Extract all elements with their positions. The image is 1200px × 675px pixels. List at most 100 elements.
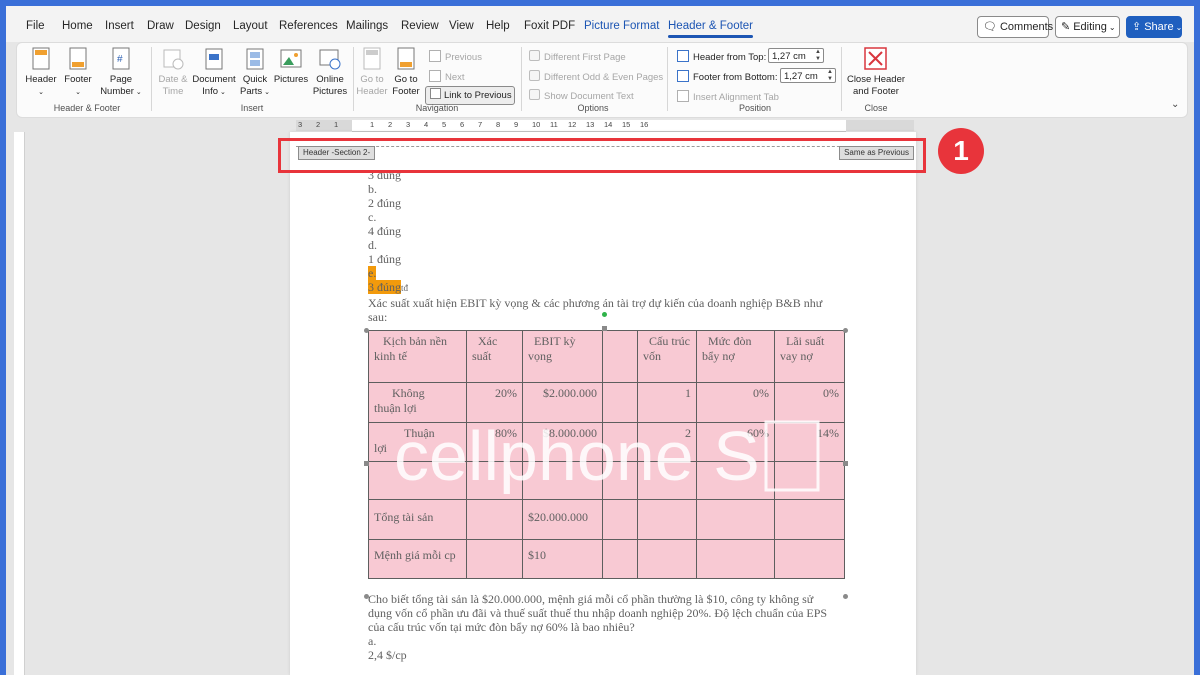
word-window: File Home Insert Draw Design Layout Refe… — [6, 6, 1194, 675]
tab-mailings[interactable]: Mailings — [346, 20, 388, 32]
group-separator — [353, 47, 354, 111]
table-cell[interactable] — [637, 499, 697, 540]
horizontal-ruler[interactable]: 3 2 1 1 2 3 4 5 6 7 8 9 10 11 12 13 14 1… — [298, 120, 846, 132]
checkbox-icon — [529, 50, 540, 61]
table-cell[interactable]: Kịch bản nền kinh tế — [368, 330, 467, 383]
tab-references[interactable]: References — [279, 20, 338, 32]
tab-picture-format[interactable]: Picture Format — [584, 20, 659, 32]
online-pictures-icon — [319, 49, 341, 70]
table-cell[interactable]: Không thuận lợi — [368, 382, 467, 423]
table-cell[interactable] — [602, 499, 638, 540]
resize-handle[interactable] — [602, 326, 607, 331]
table-cell[interactable]: 20% — [466, 382, 523, 423]
resize-handle[interactable] — [364, 594, 369, 599]
tab-home[interactable]: Home — [62, 20, 93, 32]
tab-help[interactable]: Help — [486, 20, 510, 32]
close-icon — [864, 47, 887, 70]
table-cell[interactable]: 0% — [696, 382, 775, 423]
document-page[interactable]: Header -Section 2- Same as Previous 3 đú… — [290, 132, 916, 675]
table-cell[interactable] — [466, 499, 523, 540]
cellphones-watermark: cellphone S — [394, 418, 820, 494]
online-pictures-button[interactable]: Online Pictures — [311, 46, 349, 100]
chevron-down-icon: ⌄ — [218, 89, 226, 96]
header-button[interactable]: Header ⌄ — [23, 46, 59, 100]
pictures-button[interactable]: Pictures — [273, 46, 309, 100]
group-label-header-footer: Header & Footer — [53, 103, 121, 113]
spin-arrows-icon[interactable]: ▲ ▼ — [827, 69, 833, 83]
previous-button[interactable]: Previous — [429, 50, 482, 63]
answer-line: 2 đúng — [368, 196, 401, 210]
vertical-ruler[interactable] — [14, 132, 25, 675]
table-cell[interactable] — [466, 539, 523, 579]
checkbox-icon — [529, 70, 540, 81]
header-from-top-input[interactable]: 1,27 cm ▲ ▼ — [768, 48, 824, 63]
table-cell[interactable]: $10 — [522, 539, 603, 579]
tab-view[interactable]: View — [449, 20, 474, 32]
go-to-footer-button[interactable]: Go to Footer — [389, 46, 423, 100]
question-paragraph-line: Cho biết tổng tài sản là $20.000.000, mệ… — [368, 592, 814, 606]
ruler-number: 2 — [316, 120, 321, 129]
resize-handle[interactable] — [843, 594, 848, 599]
pencil-icon: ✎ — [1061, 21, 1071, 33]
footer-button[interactable]: Footer ⌄ — [61, 46, 95, 100]
table-cell[interactable] — [774, 539, 845, 579]
tab-review[interactable]: Review — [401, 20, 439, 32]
link-to-previous-label: Link to Previous — [444, 90, 512, 101]
tab-draw[interactable]: Draw — [147, 20, 174, 32]
go-to-header-button[interactable]: Go to Header — [355, 46, 389, 100]
table-cell[interactable]: $2.000.000 — [522, 382, 603, 423]
resize-handle[interactable] — [843, 461, 848, 466]
chevron-down-icon: ⌄ — [75, 89, 81, 96]
table-cell[interactable]: Cấu trúc vốn — [637, 330, 697, 383]
share-label: Share — [1144, 21, 1174, 33]
resize-handle[interactable] — [364, 328, 369, 333]
tab-foxit-pdf[interactable]: Foxit PDF — [524, 20, 575, 32]
share-button[interactable]: ⇪ Share ⌄ — [1126, 16, 1182, 38]
table-cell[interactable] — [774, 499, 845, 540]
comments-button[interactable]: 🗨 Comments — [977, 16, 1053, 38]
tab-design[interactable]: Design — [185, 20, 221, 32]
close-header-footer-button[interactable]: Close Header and Footer — [843, 46, 909, 100]
different-first-page-checkbox[interactable]: Different First Page — [529, 50, 626, 63]
resize-handle[interactable] — [364, 461, 369, 466]
tab-file[interactable]: File — [26, 20, 45, 32]
date-time-button[interactable]: Date & Time — [155, 46, 191, 100]
table-cell[interactable]: 0% — [774, 382, 845, 423]
document-info-button[interactable]: Document Info ⌄ — [191, 46, 237, 100]
table-cell[interactable]: Lãi suất vay nợ — [774, 330, 845, 383]
table-row: Kịch bản nền kinh tế Xác suất EBIT kỳ vọng … — [368, 330, 845, 383]
table-cell[interactable]: Mệnh giá mỗi cp — [368, 539, 467, 579]
table-cell[interactable] — [602, 382, 638, 423]
resize-handle[interactable] — [843, 328, 848, 333]
table-cell[interactable] — [602, 539, 638, 579]
rotate-handle[interactable] — [602, 312, 607, 317]
ruler-number: 6 — [460, 120, 465, 129]
table-cell[interactable]: Mức đòn bẩy nợ — [696, 330, 775, 383]
next-button[interactable]: Next — [429, 70, 465, 83]
tab-insert[interactable]: Insert — [105, 20, 134, 32]
footer-from-bottom-input[interactable]: 1,27 cm ▲ ▼ — [780, 68, 836, 83]
table-cell[interactable] — [602, 330, 638, 383]
step-number-badge: 1 — [938, 128, 984, 174]
tab-layout[interactable]: Layout — [233, 20, 268, 32]
table-cell[interactable] — [637, 539, 697, 579]
table-cell[interactable]: Tổng tài sản — [368, 499, 467, 540]
previous-label: Previous — [445, 52, 482, 63]
table-cell[interactable] — [696, 539, 775, 579]
table-cell[interactable] — [696, 499, 775, 540]
table-cell[interactable]: EBIT kỳ vọng — [522, 330, 603, 383]
table-cell[interactable]: Xác suất — [466, 330, 523, 383]
editing-button[interactable]: ✎ Editing ⌄ — [1055, 16, 1120, 38]
tab-header-footer[interactable]: Header & Footer — [668, 20, 754, 38]
quick-parts-button[interactable]: Quick Parts ⌄ — [239, 46, 271, 100]
ruler-number: 15 — [622, 120, 631, 129]
spin-arrows-icon[interactable]: ▲ ▼ — [815, 49, 821, 63]
table-cell[interactable]: $20.000.000 — [522, 499, 603, 540]
table-cell[interactable]: 1 — [637, 382, 697, 423]
show-document-text-checkbox[interactable]: Show Document Text — [529, 89, 634, 102]
insert-alignment-tab-button[interactable]: Insert Alignment Tab — [677, 90, 779, 103]
page-number-button[interactable]: # Page Number ⌄ — [99, 46, 143, 100]
different-odd-even-checkbox[interactable]: Different Odd & Even Pages — [529, 70, 663, 83]
collapse-ribbon-icon[interactable]: ⌄ — [1171, 99, 1179, 110]
quick-parts-icon — [246, 48, 264, 70]
